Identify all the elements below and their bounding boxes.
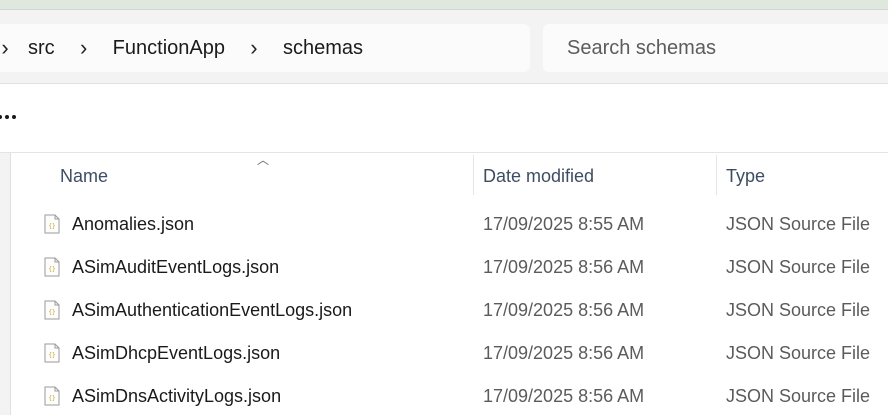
search-input[interactable] xyxy=(565,35,869,61)
breadcrumb-item-src[interactable]: src xyxy=(24,37,59,60)
sort-ascending-icon: ︿ xyxy=(257,153,270,167)
file-name-label: ASimAuthenticationEventLogs.json xyxy=(72,300,353,320)
file-type: JSON Source File xyxy=(726,300,871,320)
column-header-date-modified[interactable]: Date modified xyxy=(483,153,594,199)
column-header-name[interactable]: Name xyxy=(60,153,108,199)
file-date: 17/09/2025 8:56 AM xyxy=(483,343,645,363)
file-type: JSON Source File xyxy=(726,257,871,277)
file-name-label: ASimDnsActivityLogs.json xyxy=(72,386,282,406)
file-row[interactable]: {} ASimAuthenticationEventLogs.json 17/0… xyxy=(12,289,888,332)
file-date: 17/09/2025 8:56 AM xyxy=(483,257,645,277)
file-type: JSON Source File xyxy=(726,343,871,363)
breadcrumb-item-schemas[interactable]: schemas xyxy=(279,37,367,60)
breadcrumb[interactable]: › src › FunctionApp › schemas xyxy=(0,24,530,72)
navigation-pane-edge[interactable] xyxy=(0,153,11,415)
breadcrumb-item-functionapp[interactable]: FunctionApp xyxy=(109,37,229,60)
more-options-icon[interactable] xyxy=(0,102,28,132)
column-divider[interactable] xyxy=(716,155,717,195)
file-row[interactable]: {} ASimDhcpEventLogs.json 17/09/2025 8:5… xyxy=(12,332,888,375)
file-name: ASimAuthenticationEventLogs.json xyxy=(44,289,352,332)
file-type: JSON Source File xyxy=(726,214,871,234)
search-box[interactable] xyxy=(543,24,888,72)
file-name: ASimAuditEventLogs.json xyxy=(44,246,279,289)
file-name: Anomalies.json xyxy=(44,203,194,246)
file-row[interactable]: {} ASimAuditEventLogs.json 17/09/2025 8:… xyxy=(12,246,888,289)
file-date: 17/09/2025 8:56 AM xyxy=(483,300,645,320)
file-date: 17/09/2025 8:56 AM xyxy=(483,386,645,406)
file-name-label: Anomalies.json xyxy=(72,214,195,234)
file-row[interactable]: {} ASimDnsActivityLogs.json 17/09/2025 8… xyxy=(12,375,888,418)
file-type: JSON Source File xyxy=(726,386,871,406)
column-divider[interactable] xyxy=(473,155,474,195)
chevron-right-icon[interactable]: › xyxy=(243,37,265,59)
chevron-right-icon[interactable]: › xyxy=(0,37,16,59)
file-date: 17/09/2025 8:55 AM xyxy=(483,214,645,234)
column-header-row: ︿ Name Date modified Type xyxy=(12,153,888,199)
window-top-strip xyxy=(0,0,888,10)
address-bar: › src › FunctionApp › schemas xyxy=(0,10,888,84)
column-header-type[interactable]: Type xyxy=(726,153,765,199)
file-name: ASimDhcpEventLogs.json xyxy=(44,332,280,375)
file-name-label: ASimAuditEventLogs.json xyxy=(72,257,280,277)
command-bar xyxy=(0,84,888,153)
file-name-label: ASimDhcpEventLogs.json xyxy=(72,343,281,363)
file-list: ︿ Name Date modified Type {} Anomalies.j… xyxy=(0,153,888,415)
file-name: ASimDnsActivityLogs.json xyxy=(44,375,281,418)
chevron-right-icon[interactable]: › xyxy=(73,37,95,59)
file-row[interactable]: {} Anomalies.json 17/09/2025 8:55 AM JSO… xyxy=(12,203,888,246)
